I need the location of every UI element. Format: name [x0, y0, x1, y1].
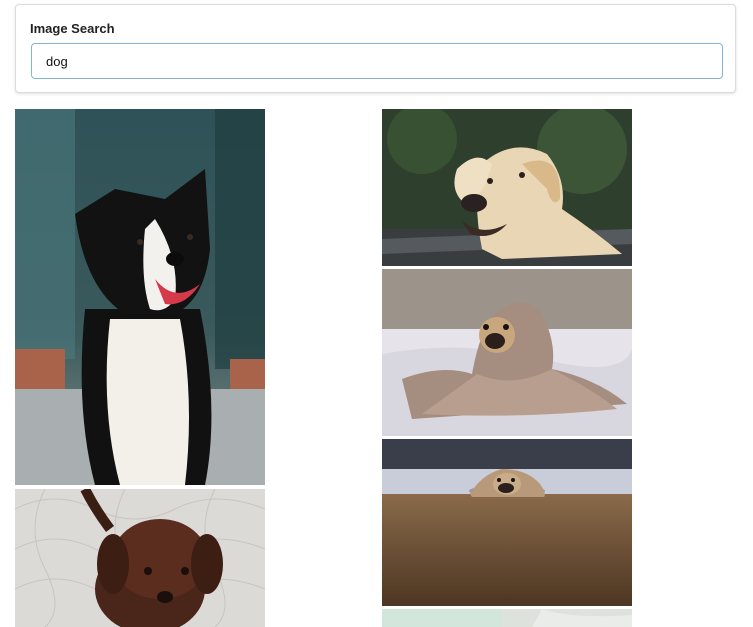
image-result[interactable] [15, 489, 265, 627]
image-result[interactable] [15, 109, 265, 485]
image-result[interactable] [382, 439, 632, 606]
image-result[interactable] [382, 609, 632, 627]
image-search-card: Image Search [15, 4, 736, 93]
image-result[interactable] [382, 109, 632, 266]
search-input[interactable] [31, 43, 723, 79]
image-result[interactable] [382, 269, 632, 436]
search-label: Image Search [30, 21, 115, 36]
